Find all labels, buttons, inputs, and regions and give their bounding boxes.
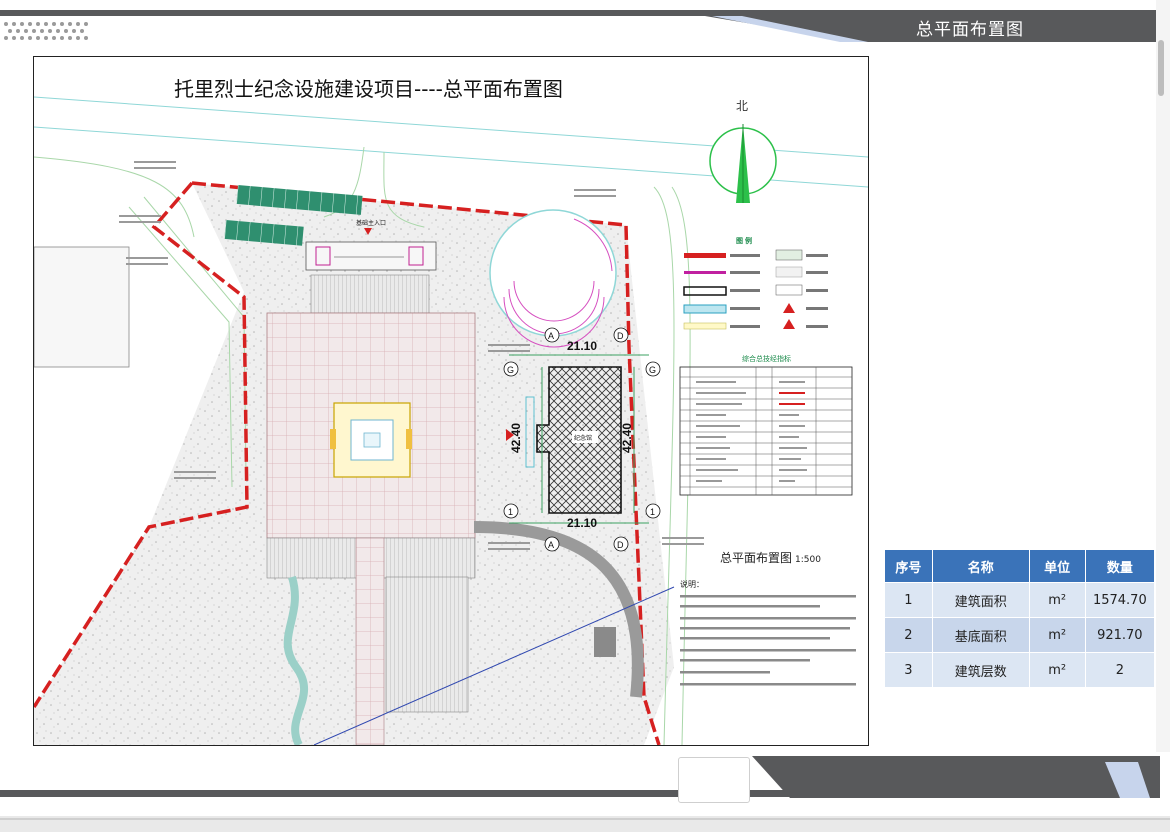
legend: 图 例	[683, 236, 828, 330]
slide-page-box[interactable]	[678, 757, 750, 803]
design-notes: 说明：	[680, 579, 856, 686]
central-path	[355, 537, 385, 745]
table-header-row: 序号 名称 单位 数量	[885, 550, 1154, 582]
plan-scale: 1:500	[795, 555, 821, 565]
north-label: 北	[736, 99, 748, 113]
dimension-height-right: 42.40	[620, 423, 634, 453]
dot-pattern-decoration	[4, 22, 88, 40]
header-title: 总平面布置图	[916, 20, 1024, 39]
bottom-footer-band	[0, 752, 1170, 832]
plan-subtitle: 总平面布置图 1:500	[720, 549, 821, 566]
monument-platform	[330, 402, 412, 478]
technical-index-table: 综合总技经指标	[679, 354, 853, 496]
cell-name: 建筑面积	[932, 583, 1029, 617]
site-plan-graphics: 基础主入口 纪念馆 21.10 21.10 42.40 42.40 A D G …	[34, 96, 868, 745]
lower-lawn	[385, 576, 469, 713]
building-data-table: 序号 名称 单位 数量 1 建筑面积 m² 1574.70 2 基底面积 m² …	[884, 549, 1155, 688]
cell-value: 1574.70	[1085, 583, 1154, 617]
plan-subtitle-text: 总平面布置图	[720, 551, 793, 565]
header-unit: 单位	[1029, 550, 1085, 582]
building-label: 纪念馆	[574, 434, 592, 442]
grid-marker-1-left: 1	[508, 507, 513, 517]
cell-name: 基底面积	[932, 618, 1029, 652]
table-row: 3 建筑层数 m² 2	[885, 653, 1154, 687]
cell-unit: m²	[1029, 653, 1085, 687]
cell-no: 2	[885, 618, 932, 652]
plan-title: 托里烈士纪念设施建设项目----总平面布置图	[174, 77, 563, 101]
cell-name: 建筑层数	[932, 653, 1029, 687]
gate-label: 基础主入口	[356, 219, 386, 227]
grid-marker-d-bottom: D	[617, 540, 624, 550]
plaza-steps	[310, 274, 430, 314]
dimension-height-left: 42.40	[509, 423, 523, 453]
cell-value: 921.70	[1085, 618, 1154, 652]
grid-marker-g-right: G	[649, 365, 656, 375]
vertical-scrollbar[interactable]	[1156, 0, 1170, 832]
cell-no: 1	[885, 583, 932, 617]
grid-marker-g-left: G	[507, 365, 514, 375]
cell-no: 3	[885, 653, 932, 687]
dimension-width-bottom: 21.10	[567, 516, 597, 530]
north-arrow-icon	[709, 124, 777, 203]
grid-marker-d-top: D	[617, 331, 624, 341]
dimension-width-top: 21.10	[567, 339, 597, 353]
cell-unit: m²	[1029, 583, 1085, 617]
table-row: 2 基底面积 m² 921.70	[885, 618, 1154, 652]
notes-title: 说明：	[680, 579, 704, 589]
header-no: 序号	[885, 550, 932, 582]
grid-marker-a-bottom: A	[548, 540, 554, 550]
grid-marker-1-right: 1	[650, 507, 655, 517]
stats-title: 综合总技经指标	[742, 354, 791, 363]
cell-value: 2	[1085, 653, 1154, 687]
site-plan-drawing: 基础主入口 纪念馆 21.10 21.10 42.40 42.40 A D G …	[33, 56, 869, 746]
header-name: 名称	[932, 550, 1029, 582]
header-value: 数量	[1085, 550, 1154, 582]
cell-unit: m²	[1029, 618, 1085, 652]
scrollbar-thumb[interactable]	[1158, 40, 1164, 96]
table-row: 1 建筑面积 m² 1574.70	[885, 583, 1154, 617]
legend-title: 图 例	[736, 236, 752, 245]
grid-marker-a-top: A	[548, 331, 554, 341]
